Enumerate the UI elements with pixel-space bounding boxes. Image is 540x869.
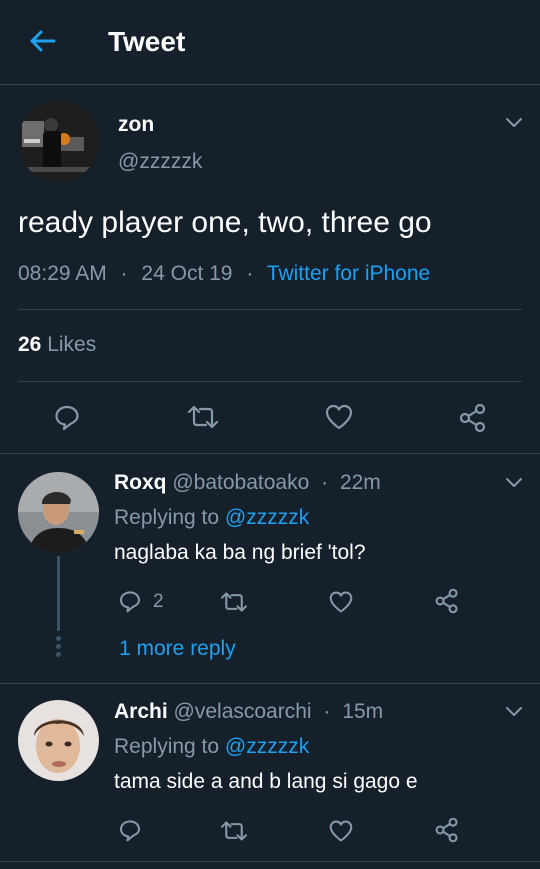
reply-icon[interactable] [118, 818, 142, 842]
retweet-icon[interactable] [186, 403, 220, 431]
heart-icon[interactable] [328, 590, 354, 614]
reply-divider [0, 861, 540, 862]
stats-divider [18, 381, 522, 382]
reply-author-handle[interactable]: @batobatoako [172, 471, 309, 494]
header-divider [0, 84, 540, 85]
meta-separator: · [323, 700, 331, 723]
reply-header: Archi @velascoarchi · 15m [114, 700, 383, 724]
page-title: Tweet [108, 26, 186, 57]
reply-author-name[interactable]: Archi [114, 700, 168, 723]
more-replies-link[interactable]: 1 more reply [119, 637, 236, 661]
reply-count: 2 [153, 591, 164, 612]
reply-author-name[interactable]: Roxq [114, 471, 167, 494]
replying-to: Replying to @zzzzzk [114, 506, 309, 530]
tweet-date: 24 Oct 19 [141, 262, 233, 285]
likes-count: 26 [18, 333, 42, 356]
thread-line [57, 556, 60, 631]
arrow-left-icon[interactable] [28, 29, 56, 53]
replying-to: Replying to @zzzzzk [114, 735, 309, 759]
heart-icon[interactable] [324, 403, 354, 431]
chevron-down-icon[interactable] [505, 706, 523, 718]
reply-icon[interactable] [118, 589, 142, 613]
replying-to-prefix: Replying to [114, 506, 220, 529]
reply-header: Roxq @batobatoako · 22m [114, 471, 381, 495]
meta-separator: · [246, 262, 254, 285]
replying-to-link[interactable]: @zzzzzk [225, 506, 309, 529]
replying-to-prefix: Replying to [114, 735, 220, 758]
tweet-meta: 08:29 AM · 24 Oct 19 · Twitter for iPhon… [18, 262, 430, 286]
action-divider [0, 453, 540, 454]
heart-icon[interactable] [328, 819, 354, 843]
avatar[interactable] [18, 700, 99, 781]
reply-time: 22m [339, 471, 381, 494]
reply-time: 15m [342, 700, 384, 723]
thread-dots [56, 636, 61, 657]
author-handle[interactable]: @zzzzzk [118, 150, 202, 174]
likes-label: Likes [47, 333, 97, 356]
author-name[interactable]: zon [118, 113, 154, 137]
replying-to-link[interactable]: @zzzzzk [225, 735, 309, 758]
header-bar: Tweet [0, 0, 540, 84]
tweet-time: 08:29 AM [18, 262, 107, 285]
meta-divider [18, 309, 522, 310]
tweet-text: ready player one, two, three go [18, 206, 432, 239]
tweet-source-link[interactable]: Twitter for iPhone [267, 262, 430, 285]
chevron-down-icon[interactable] [505, 477, 523, 489]
reply-icon[interactable] [53, 403, 81, 431]
share-icon[interactable] [434, 817, 460, 843]
chevron-down-icon[interactable] [505, 117, 523, 129]
meta-separator: · [321, 471, 329, 494]
share-icon[interactable] [458, 403, 488, 433]
share-icon[interactable] [434, 588, 460, 614]
reply-text: naglaba ka ba ng brief 'tol? [114, 541, 366, 564]
avatar[interactable] [18, 472, 99, 553]
avatar[interactable] [18, 101, 99, 182]
retweet-icon[interactable] [219, 819, 249, 843]
likes-stat[interactable]: 26 Likes [18, 333, 96, 357]
retweet-icon[interactable] [219, 590, 249, 614]
reply-divider [0, 683, 540, 684]
reply-text: tama side a and b lang si gago e [114, 770, 418, 793]
reply-author-handle[interactable]: @velascoarchi [174, 700, 312, 723]
meta-separator: · [120, 262, 128, 285]
